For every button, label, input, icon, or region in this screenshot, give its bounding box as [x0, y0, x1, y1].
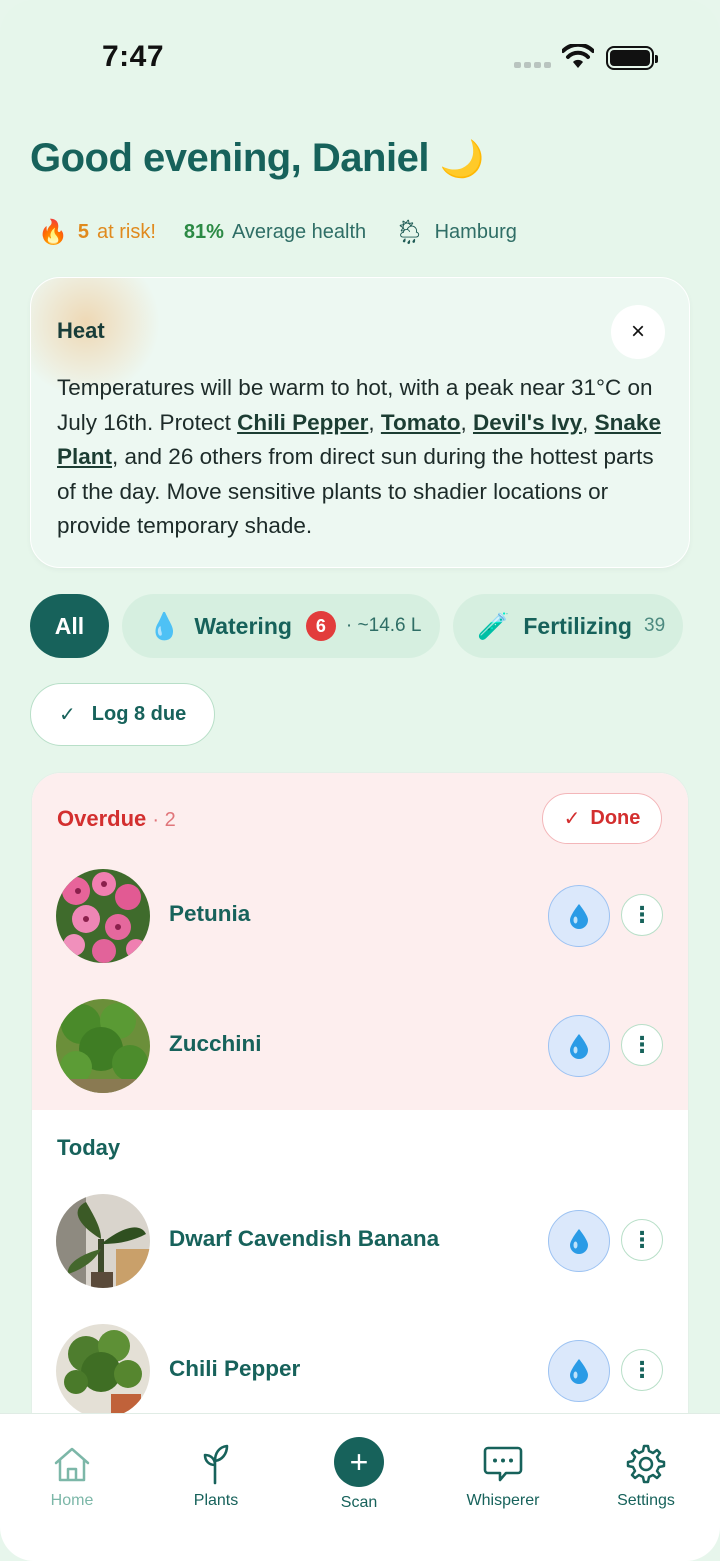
- more-vertical-icon: ⋮: [631, 1032, 653, 1057]
- plant-link-chili-pepper[interactable]: Chili Pepper: [237, 410, 368, 435]
- water-button[interactable]: [548, 1210, 610, 1272]
- tab-home[interactable]: Home: [12, 1442, 132, 1510]
- water-drop-icon: [570, 1229, 588, 1254]
- water-button[interactable]: [548, 1340, 610, 1402]
- plant-photo-chili-pepper: [56, 1324, 150, 1418]
- done-button[interactable]: ✓ Done: [542, 793, 662, 844]
- tab-scan[interactable]: + Scan: [299, 1437, 419, 1512]
- overdue-count: · 2: [152, 809, 176, 831]
- done-label: Done: [590, 807, 641, 829]
- heat-alert-card: Heat × Temperatures will be warm to hot,…: [30, 277, 690, 568]
- log-due-button[interactable]: ✓ Log 8 due: [30, 683, 215, 746]
- watering-volume: · ~14.6 L: [345, 615, 422, 636]
- battery-icon: [606, 46, 658, 70]
- log-due-label: Log 8 due: [91, 703, 187, 725]
- sprout-icon: [203, 1444, 229, 1485]
- water-button[interactable]: [548, 885, 610, 947]
- alert-body: Temperatures will be warm to hot, with a…: [57, 371, 677, 544]
- signal-icon: [514, 62, 551, 68]
- alert-title: Heat: [57, 318, 105, 343]
- greeting-text: Good evening, Daniel: [30, 136, 429, 180]
- plant-link-devils-ivy[interactable]: Devil's Ivy: [473, 410, 582, 435]
- watering-count-badge: 6: [305, 611, 336, 641]
- plus-icon: +: [334, 1437, 384, 1487]
- at-risk-stat[interactable]: 🔥 5 at risk!: [38, 218, 156, 247]
- filter-watering-label: Watering: [194, 612, 292, 639]
- tab-scan-label: Scan: [340, 1494, 378, 1511]
- overdue-section: Overdue · 2 ✓ Done Petunia ⋮ Zucchini ⋮: [32, 773, 688, 1110]
- filter-all-label: All: [54, 612, 85, 639]
- fire-icon: 🔥: [38, 219, 68, 246]
- filter-all-chip[interactable]: All: [30, 594, 109, 658]
- plant-name: Petunia: [169, 901, 251, 926]
- filter-fertilizing-chip[interactable]: 🧪 Fertilizing 39: [453, 594, 683, 658]
- bottom-tab-bar: Home Plants + Scan Whisperer Settings: [0, 1413, 720, 1561]
- moon-icon: 🌙: [439, 138, 485, 179]
- more-vertical-icon: ⋮: [631, 902, 653, 927]
- water-drop-icon: 💧: [148, 610, 181, 641]
- health-stat: 81% Average health: [184, 221, 366, 244]
- fertilizing-count: 39: [644, 615, 666, 636]
- filter-fertilizing-label: Fertilizing: [523, 612, 632, 639]
- water-drop-icon: [570, 1359, 588, 1384]
- app-screen: 7:47 Good evening, Daniel 🌙 🔥 5 at risk!…: [0, 0, 720, 1561]
- close-icon: ×: [630, 318, 645, 345]
- health-label: Average health: [231, 221, 367, 243]
- today-heading: Today: [57, 1135, 121, 1160]
- more-vertical-icon: ⋮: [631, 1227, 653, 1252]
- tab-whisperer-label: Whisperer: [466, 1492, 540, 1509]
- status-time: 7:47: [102, 40, 165, 73]
- page-title: Good evening, Daniel 🌙: [30, 136, 484, 181]
- tab-settings[interactable]: Settings: [586, 1442, 706, 1510]
- alert-text: , and 26 others from direct sun during t…: [57, 444, 654, 538]
- water-drop-icon: [570, 1034, 588, 1059]
- plant-name: Dwarf Cavendish Banana: [169, 1226, 440, 1251]
- home-icon: [54, 1447, 90, 1482]
- tab-whisperer[interactable]: Whisperer: [443, 1442, 563, 1510]
- list-item[interactable]: Petunia ⋮: [32, 869, 688, 965]
- overdue-title: Overdue: [57, 806, 147, 831]
- plant-photo-banana: [56, 1194, 150, 1288]
- close-button[interactable]: ×: [611, 305, 665, 359]
- check-icon: ✓: [563, 808, 581, 830]
- tab-plants-label: Plants: [193, 1492, 239, 1509]
- water-button[interactable]: [548, 1015, 610, 1077]
- plant-photo-petunia: [56, 869, 150, 963]
- gear-icon: [626, 1444, 666, 1484]
- chat-bubble-icon: [483, 1446, 523, 1482]
- city-label: Hamburg: [434, 221, 517, 243]
- overdue-heading: Overdue · 2: [57, 806, 176, 832]
- tab-plants[interactable]: Plants: [156, 1442, 276, 1510]
- weather-stat[interactable]: 🌦 Hamburg: [394, 218, 517, 247]
- filter-watering-chip[interactable]: 💧 Watering 6 · ~14.6 L: [122, 594, 440, 658]
- plant-photo-zucchini: [56, 999, 150, 1093]
- test-tube-icon: 🧪: [477, 610, 510, 641]
- stats-row: 🔥 5 at risk! 81% Average health 🌦 Hambur…: [38, 218, 545, 247]
- separator: ,: [582, 409, 595, 435]
- list-item[interactable]: Chili Pepper ⋮: [32, 1324, 688, 1420]
- water-drop-icon: [570, 904, 588, 929]
- health-value: 81%: [183, 221, 224, 243]
- more-vertical-icon: ⋮: [631, 1357, 653, 1382]
- check-icon: ✓: [59, 704, 76, 726]
- tab-settings-label: Settings: [617, 1492, 675, 1509]
- plant-name: Chili Pepper: [169, 1356, 301, 1381]
- more-options-button[interactable]: ⋮: [621, 1024, 663, 1066]
- plant-link-tomato[interactable]: Tomato: [381, 410, 461, 435]
- more-options-button[interactable]: ⋮: [621, 894, 663, 936]
- more-options-button[interactable]: ⋮: [621, 1219, 663, 1261]
- separator: ,: [460, 409, 473, 435]
- list-item[interactable]: Dwarf Cavendish Banana ⋮: [32, 1194, 688, 1290]
- task-list: Overdue · 2 ✓ Done Petunia ⋮ Zucchini ⋮ …: [31, 772, 689, 1472]
- wifi-icon: [562, 44, 594, 68]
- risk-count: 5: [77, 221, 90, 243]
- risk-label: at risk!: [97, 221, 156, 243]
- separator: ,: [368, 409, 381, 435]
- plant-name: Zucchini: [169, 1031, 262, 1056]
- more-options-button[interactable]: ⋮: [621, 1349, 663, 1391]
- tab-home-label: Home: [50, 1492, 94, 1509]
- weather-cloud-rain-icon: 🌦: [394, 219, 425, 246]
- list-item[interactable]: Zucchini ⋮: [32, 999, 688, 1095]
